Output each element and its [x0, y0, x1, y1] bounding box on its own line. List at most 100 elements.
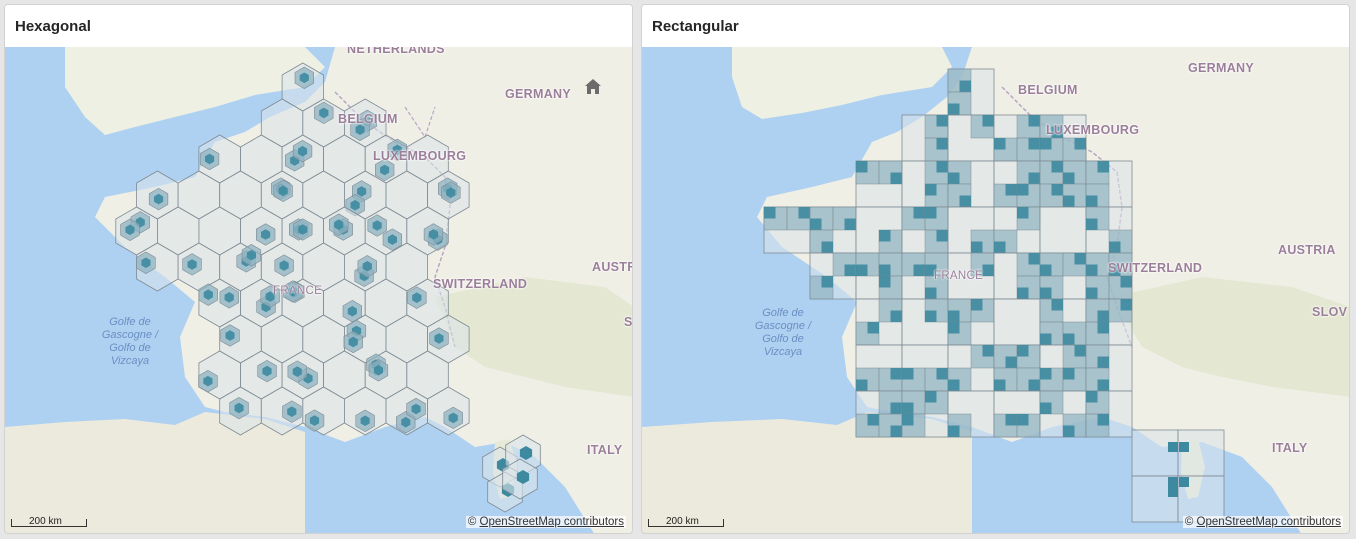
rect-core-bin[interactable]	[867, 322, 880, 334]
osm-contributors-link[interactable]: OpenStreetMap contributors	[1197, 516, 1341, 528]
rect-core-bin[interactable]	[925, 391, 937, 403]
rect-core-bin[interactable]	[925, 207, 937, 219]
rect-core-bin[interactable]	[1097, 161, 1110, 173]
rect-core-bin[interactable]	[890, 402, 903, 415]
rect-core-bin[interactable]	[1017, 207, 1029, 219]
rect-core-bin[interactable]	[1017, 287, 1029, 300]
rect-core-bin[interactable]	[902, 402, 914, 415]
osm-contributors-link[interactable]: OpenStreetMap contributors	[480, 516, 624, 528]
rect-core-bin[interactable]	[948, 172, 960, 185]
rect-core-bin[interactable]	[1086, 264, 1098, 277]
rect-core-bin[interactable]	[959, 195, 972, 208]
rect-core-bin[interactable]	[913, 264, 926, 277]
rect-core-bin[interactable]	[890, 425, 903, 438]
rect-core-bin[interactable]	[844, 264, 857, 277]
map-canvas[interactable]: BELGIUM GERMANY LUXEMBOURG FRANCE SWITZE…	[642, 47, 1349, 533]
rect-core-bin[interactable]	[1109, 241, 1121, 254]
rect-core-bin[interactable]	[879, 264, 891, 277]
rect-core-bin[interactable]	[1028, 138, 1041, 150]
rect-bin[interactable]	[1131, 429, 1179, 477]
rect-core-bin[interactable]	[1063, 425, 1075, 438]
rect-core-bin[interactable]	[971, 241, 983, 254]
rect-core-bin[interactable]	[902, 368, 914, 380]
rect-core-bin[interactable]	[1168, 477, 1178, 487]
rect-core-bin[interactable]	[982, 115, 995, 127]
rect-core-bin[interactable]	[856, 379, 868, 392]
rect-core-bin[interactable]	[1005, 356, 1018, 369]
rect-core-bin[interactable]	[936, 115, 949, 127]
rect-core-bin[interactable]	[925, 184, 937, 196]
rect-core-bin[interactable]	[1040, 368, 1052, 380]
rect-core-bin[interactable]	[1017, 345, 1029, 357]
rect-core-bin[interactable]	[821, 276, 834, 288]
rect-core-bin[interactable]	[936, 138, 949, 150]
rect-core-bin[interactable]	[890, 310, 903, 323]
rect-core-bin[interactable]	[1097, 414, 1110, 426]
rect-bin[interactable]	[993, 298, 1041, 346]
rect-core-bin[interactable]	[959, 80, 972, 93]
rect-core-bin[interactable]	[1097, 356, 1110, 369]
rect-core-bin[interactable]	[1179, 477, 1189, 487]
rect-core-bin[interactable]	[936, 368, 949, 380]
rect-core-bin[interactable]	[1086, 287, 1098, 300]
rect-core-bin[interactable]	[1086, 391, 1098, 403]
rect-core-bin[interactable]	[1028, 115, 1041, 127]
rect-core-bin[interactable]	[890, 172, 903, 185]
rect-core-bin[interactable]	[1063, 333, 1075, 346]
rect-core-bin[interactable]	[982, 264, 995, 277]
rect-core-bin[interactable]	[936, 161, 949, 173]
rect-core-bin[interactable]	[982, 345, 995, 357]
rect-core-bin[interactable]	[1028, 253, 1041, 265]
rect-core-bin[interactable]	[867, 414, 880, 426]
rect-core-bin[interactable]	[1097, 379, 1110, 392]
rect-core-bin[interactable]	[1097, 322, 1110, 334]
rect-core-bin[interactable]	[1097, 310, 1110, 323]
rect-core-bin[interactable]	[1074, 253, 1087, 265]
rect-core-bin[interactable]	[1120, 299, 1133, 311]
rect-core-bin[interactable]	[1040, 138, 1052, 150]
rect-bin[interactable]	[1177, 429, 1225, 477]
rect-core-bin[interactable]	[925, 310, 937, 323]
rect-core-bin[interactable]	[1040, 402, 1052, 415]
rect-core-bin[interactable]	[1074, 345, 1087, 357]
rect-core-bin[interactable]	[948, 310, 960, 323]
rect-core-bin[interactable]	[879, 230, 891, 242]
rect-core-bin[interactable]	[1063, 368, 1075, 380]
rect-core-bin[interactable]	[994, 241, 1006, 254]
rect-core-bin[interactable]	[764, 207, 776, 219]
rect-core-bin[interactable]	[856, 161, 868, 173]
rect-core-bin[interactable]	[948, 103, 960, 116]
rect-core-bin[interactable]	[844, 218, 857, 231]
map-canvas[interactable]: NETHERLANDS BELGIUM GERMANY LUXEMBOURG F…	[5, 47, 632, 533]
rect-core-bin[interactable]	[1074, 138, 1087, 150]
rect-core-bin[interactable]	[890, 368, 903, 380]
rect-core-bin[interactable]	[948, 379, 960, 392]
rect-core-bin[interactable]	[1168, 442, 1178, 452]
rect-core-bin[interactable]	[994, 379, 1006, 392]
rect-core-bin[interactable]	[1040, 264, 1052, 277]
rect-core-bin[interactable]	[1028, 172, 1041, 185]
rect-core-bin[interactable]	[1040, 287, 1052, 300]
rect-core-bin[interactable]	[948, 322, 960, 334]
rect-core-bin[interactable]	[1051, 299, 1064, 311]
rect-core-bin[interactable]	[1017, 414, 1029, 426]
rect-core-bin[interactable]	[902, 414, 914, 426]
rect-core-bin[interactable]	[1051, 161, 1064, 173]
rect-core-bin[interactable]	[1086, 218, 1098, 231]
rect-core-bin[interactable]	[879, 276, 891, 288]
rect-core-bin[interactable]	[913, 207, 926, 219]
rect-core-bin[interactable]	[936, 230, 949, 242]
rect-core-bin[interactable]	[1017, 184, 1029, 196]
rect-core-bin[interactable]	[948, 425, 960, 438]
rect-core-bin[interactable]	[810, 218, 822, 231]
rect-core-bin[interactable]	[798, 207, 811, 219]
rect-core-bin[interactable]	[1120, 276, 1133, 288]
home-icon[interactable]	[583, 77, 603, 97]
rect-core-bin[interactable]	[856, 264, 868, 277]
rect-core-bin[interactable]	[1086, 195, 1098, 208]
rect-core-bin[interactable]	[1179, 442, 1189, 452]
rect-core-bin[interactable]	[821, 241, 834, 254]
rect-core-bin[interactable]	[1063, 195, 1075, 208]
rect-core-bin[interactable]	[1040, 333, 1052, 346]
rect-core-bin[interactable]	[994, 138, 1006, 150]
